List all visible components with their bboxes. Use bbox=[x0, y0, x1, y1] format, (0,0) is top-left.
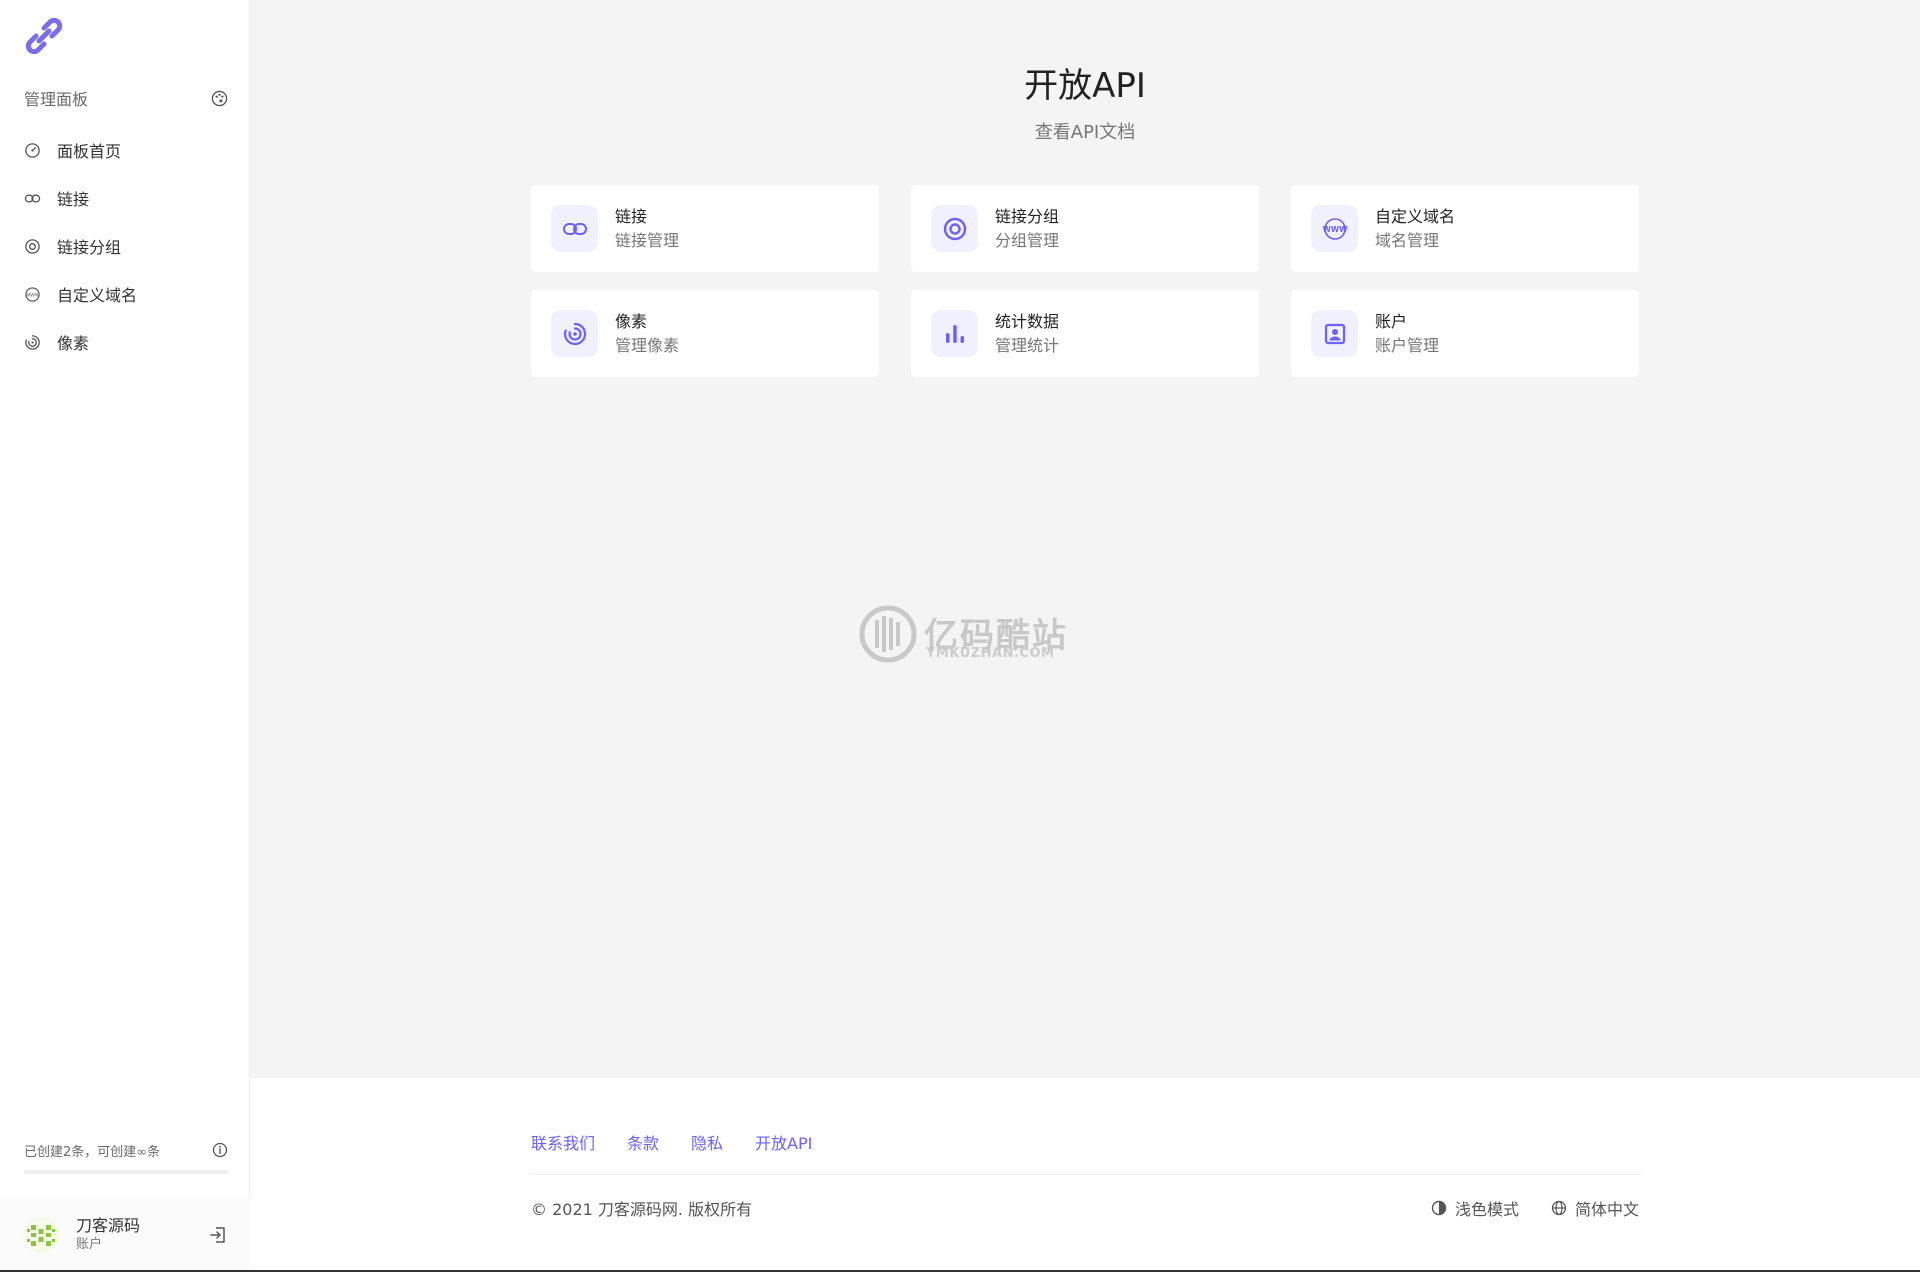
quota-progress-bar bbox=[24, 1170, 228, 1174]
contrast-icon bbox=[1431, 1200, 1447, 1216]
card-title: 链接 bbox=[615, 206, 648, 226]
card-subtitle: 链接管理 bbox=[615, 230, 680, 250]
card-title: 统计数据 bbox=[995, 311, 1060, 331]
footer: 联系我们 条款 隐私 开放API © 2021 刀客源码网. 版权所有 浅色模式… bbox=[250, 1078, 1920, 1272]
page-subtitle: 查看API文档 bbox=[1034, 122, 1136, 143]
card-icon-wrap bbox=[931, 205, 978, 252]
sidebar-header-label: 管理面板 bbox=[24, 90, 89, 109]
language-label: 简体中文 bbox=[1574, 1200, 1639, 1219]
watermark-logo-icon bbox=[859, 605, 917, 663]
sidebar-item-label: 自定义域名 bbox=[57, 286, 138, 305]
sidebar-nav: 面板首页 链接 链接分组 WWW 自定义域名 像素 bbox=[0, 126, 250, 366]
footer-link-terms[interactable]: 条款 bbox=[627, 1130, 659, 1154]
palette-icon[interactable] bbox=[211, 90, 228, 107]
card-subtitle: 域名管理 bbox=[1375, 230, 1440, 250]
card-icon-wrap bbox=[1311, 310, 1358, 357]
sidebar-item-links[interactable]: 链接 bbox=[0, 174, 250, 222]
footer-divider bbox=[531, 1174, 1641, 1175]
footer-links: 联系我们 条款 隐私 开放API bbox=[531, 1130, 844, 1154]
card-icon-wrap bbox=[551, 310, 598, 357]
watermark-domain: YMKUZHAN.COM bbox=[926, 646, 1055, 661]
footer-options: 浅色模式 简体中文 bbox=[1399, 1196, 1639, 1220]
www-icon: WWW bbox=[25, 286, 40, 302]
page-title: 开放API bbox=[1024, 66, 1146, 106]
sidebar-item-custom-domains[interactable]: WWW 自定义域名 bbox=[0, 270, 250, 318]
card-title: 自定义域名 bbox=[1375, 206, 1456, 226]
card-subtitle: 管理统计 bbox=[995, 335, 1060, 355]
globe-icon bbox=[1551, 1200, 1567, 1216]
copyright: © 2021 刀客源码网. 版权所有 bbox=[531, 1200, 753, 1219]
account-name: 刀客源码 bbox=[76, 1216, 141, 1235]
logo-link-icon[interactable] bbox=[22, 14, 66, 58]
svg-text:WWW: WWW bbox=[1322, 225, 1347, 234]
target-icon bbox=[943, 217, 966, 240]
link-icon bbox=[562, 222, 587, 235]
card-subtitle: 账户管理 bbox=[1375, 335, 1440, 355]
sidebar-item-dashboard[interactable]: 面板首页 bbox=[0, 126, 250, 174]
card-title: 像素 bbox=[615, 311, 648, 331]
link-icon bbox=[24, 194, 41, 202]
card-custom-domains[interactable]: WWW 自定义域名 域名管理 bbox=[1291, 185, 1639, 272]
footer-link-privacy[interactable]: 隐私 bbox=[691, 1130, 723, 1154]
pixel-icon bbox=[25, 334, 40, 350]
sidebar-item-label: 链接 bbox=[57, 190, 90, 209]
sidebar-header: 管理面板 bbox=[24, 86, 228, 110]
card-account[interactable]: 账户 账户管理 bbox=[1291, 290, 1639, 377]
card-links[interactable]: 链接 链接管理 bbox=[531, 185, 879, 272]
info-icon[interactable] bbox=[212, 1142, 228, 1158]
logout-icon[interactable] bbox=[208, 1225, 228, 1245]
card-title: 链接分组 bbox=[995, 206, 1060, 226]
www-icon: WWW bbox=[1322, 217, 1348, 240]
card-pixels[interactable]: 像素 管理像素 bbox=[531, 290, 879, 377]
quota-panel: 已创建2条，可创建∞条 bbox=[24, 1140, 228, 1174]
footer-link-contact[interactable]: 联系我们 bbox=[531, 1130, 595, 1154]
quota-text: 已创建2条，可创建∞条 bbox=[24, 1144, 161, 1160]
theme-toggle[interactable]: 浅色模式 bbox=[1431, 1196, 1519, 1220]
card-statistics[interactable]: 统计数据 管理统计 bbox=[911, 290, 1259, 377]
watermark: 亿码酷站 YMKUZHAN.COM bbox=[858, 604, 1068, 664]
card-icon-wrap bbox=[551, 205, 598, 252]
card-icon-wrap bbox=[931, 310, 978, 357]
api-card-grid: 链接 链接管理 链接分组 分组管理 WWW 自定义域名 域名管理 像素 管理像素… bbox=[531, 185, 1639, 377]
svg-text:WWW: WWW bbox=[26, 292, 40, 298]
sidebar-item-link-groups[interactable]: 链接分组 bbox=[0, 222, 250, 270]
sidebar-item-label: 链接分组 bbox=[57, 238, 122, 257]
account-icon bbox=[1324, 323, 1345, 344]
account-role: 账户 bbox=[76, 1237, 103, 1252]
sidebar-item-label: 像素 bbox=[57, 334, 90, 353]
account-panel[interactable]: 刀客源码 账户 bbox=[0, 1198, 250, 1272]
pixel-icon bbox=[563, 322, 586, 345]
sidebar: 管理面板 面板首页 链接 链接分组 WWW 自定义域名 像素 已创建2条，可创建… bbox=[0, 0, 250, 1272]
avatar[interactable] bbox=[22, 1216, 60, 1254]
card-link-groups[interactable]: 链接分组 分组管理 bbox=[911, 185, 1259, 272]
sidebar-item-label: 面板首页 bbox=[57, 142, 122, 161]
sidebar-item-pixels[interactable]: 像素 bbox=[0, 318, 250, 366]
target-icon bbox=[25, 238, 40, 254]
language-selector[interactable]: 简体中文 bbox=[1551, 1196, 1639, 1220]
bar-chart-icon bbox=[945, 324, 964, 343]
card-icon-wrap: WWW bbox=[1311, 205, 1358, 252]
card-title: 账户 bbox=[1375, 311, 1408, 331]
card-subtitle: 分组管理 bbox=[995, 230, 1060, 250]
footer-link-open-api[interactable]: 开放API bbox=[755, 1130, 812, 1154]
dashboard-icon bbox=[25, 142, 40, 158]
theme-label: 浅色模式 bbox=[1454, 1200, 1519, 1219]
card-subtitle: 管理像素 bbox=[615, 335, 680, 355]
